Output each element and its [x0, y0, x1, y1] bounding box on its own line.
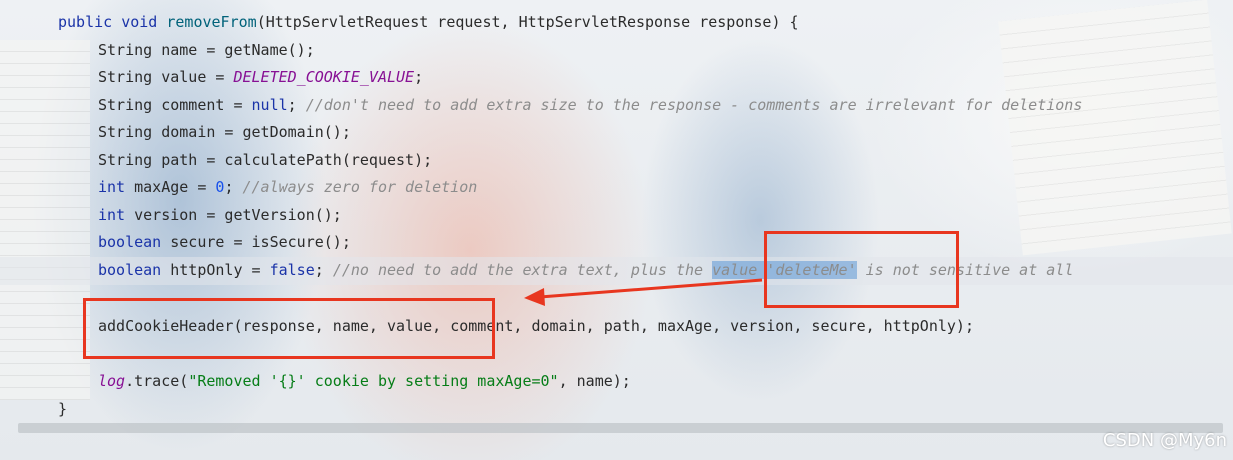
arrow-head — [524, 288, 545, 306]
arrow-shaft — [539, 278, 763, 299]
horizontal-scrollbar[interactable] — [18, 423, 1223, 433]
annotation-arrow — [524, 278, 763, 306]
watermark: CSDN @My6n — [1102, 430, 1227, 451]
